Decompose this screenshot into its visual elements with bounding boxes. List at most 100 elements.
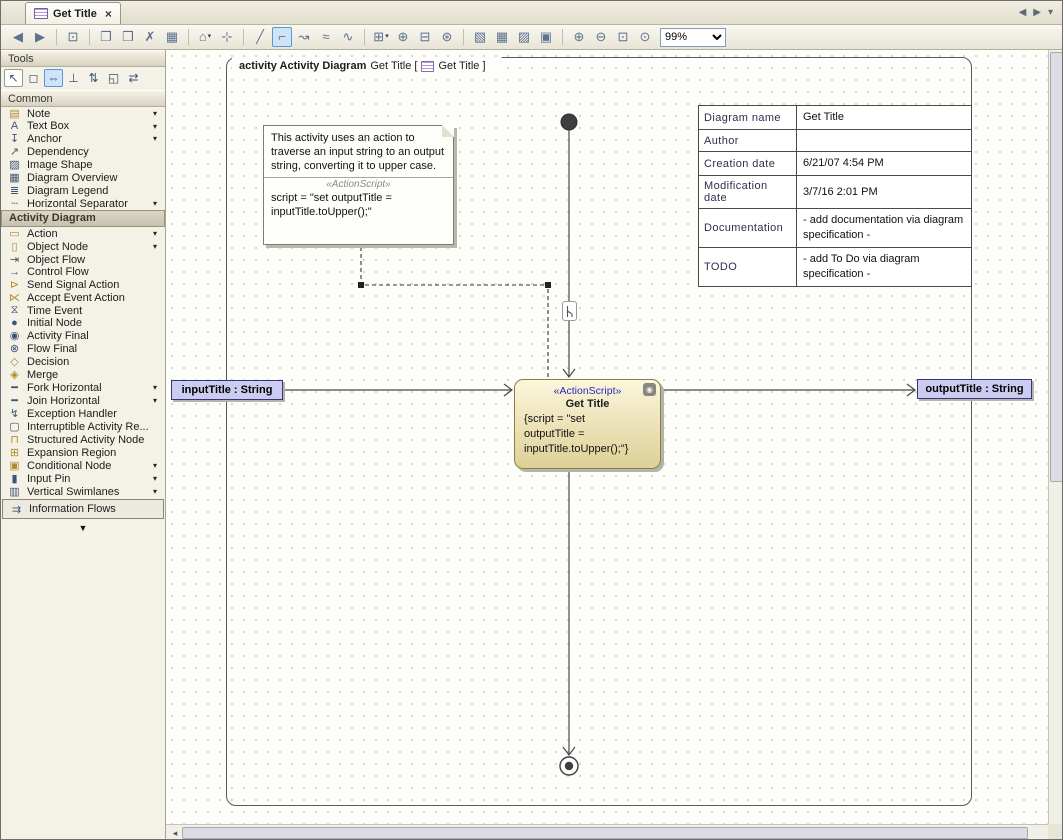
palette-item-decision[interactable]: ◇ Decision ▾: [1, 355, 165, 368]
object-node-inputtitle[interactable]: inputTitle : String: [171, 380, 283, 400]
display-related-button[interactable]: ⊛ ▾: [437, 27, 457, 47]
swimlane-grid-button[interactable]: ▦ ▾: [162, 27, 182, 47]
create-diagram-button[interactable]: ⊞ ▾: [371, 27, 391, 47]
palette-item-conditional-node[interactable]: ▣ Conditional Node ▾: [1, 459, 165, 472]
pan-tool-button[interactable]: ⇔: [44, 69, 63, 87]
vertical-scrollbar-thumb[interactable]: [1050, 52, 1063, 482]
back-button[interactable]: ◀ ▾: [8, 27, 28, 47]
expansion-region-icon: ⊞: [7, 446, 22, 459]
palette-item-input-pin[interactable]: ▮ Input Pin ▾: [1, 472, 165, 485]
palette-item-exception-handler[interactable]: ↯ Exception Handler ▾: [1, 407, 165, 420]
palette-section-common[interactable]: Common: [1, 90, 165, 107]
dropdown-arrow-icon[interactable]: ▾: [150, 134, 160, 143]
dropdown-arrow-icon[interactable]: ▾: [150, 199, 160, 208]
diagram-canvas[interactable]: activity Activity Diagram Get Title [ Ge…: [166, 50, 1048, 824]
snap-to-grid-button[interactable]: ⊹ ▾: [217, 27, 237, 47]
dropdown-arrow-icon[interactable]: ▾: [150, 487, 160, 496]
dropdown-arrow-icon[interactable]: ▾: [150, 229, 160, 238]
quick-layout-button[interactable]: ⌂ ▾: [195, 27, 215, 47]
tab-get-title[interactable]: Get Title ×: [25, 2, 121, 24]
dropdown-arrow-icon[interactable]: ▾: [150, 461, 160, 470]
palette-section-tools[interactable]: Tools: [1, 50, 165, 67]
curve-path-button[interactable]: ≈ ▾: [316, 27, 336, 47]
initial-node[interactable]: [561, 114, 577, 130]
palette-item-information-flows[interactable]: ⇉ Information Flows: [2, 499, 164, 519]
horizontal-scrollbar[interactable]: ◂: [166, 824, 1048, 840]
dropdown-arrow-icon[interactable]: ▾: [150, 396, 160, 405]
palette-item-vertical-swimlanes[interactable]: ▥ Vertical Swimlanes ▾: [1, 485, 165, 498]
rectilinear-path-button[interactable]: ⌐ ▾: [272, 27, 292, 47]
palette-item-action[interactable]: ▭ Action ▾: [1, 227, 165, 240]
vertical-swimlanes-icon: ▥: [7, 485, 22, 498]
swap-tool-button[interactable]: ⇄: [124, 69, 143, 87]
palette-item-fork-horizontal[interactable]: ━ Fork Horizontal ▾: [1, 381, 165, 394]
diagram-info-table[interactable]: Diagram name Get Title Author Creation d…: [698, 105, 972, 287]
fit-in-window-button[interactable]: ⊡ ▾: [613, 27, 633, 47]
dropdown-arrow-icon[interactable]: ▾: [150, 242, 160, 251]
resize-tool-button[interactable]: ◱: [104, 69, 123, 87]
horizontal-scrollbar-thumb[interactable]: [182, 827, 1028, 839]
add-existing-element-button[interactable]: ⊕ ▾: [393, 27, 413, 47]
palette-more-button[interactable]: ▼: [1, 519, 165, 533]
palette-item-object-node[interactable]: ▯ Object Node ▾: [1, 240, 165, 253]
pointer-tool-button[interactable]: ↖: [4, 69, 23, 87]
oblique-path-button[interactable]: ╱ ▾: [250, 27, 270, 47]
palette-item-structured-activity-node[interactable]: ⊓ Structured Activity Node ▾: [1, 433, 165, 446]
tab-scroll-right-icon[interactable]: ▶: [1033, 7, 1041, 18]
palette-item-send-signal-action[interactable]: ⊳ Send Signal Action ▾: [1, 278, 165, 291]
palette-item-note[interactable]: ▤ Note ▾: [1, 107, 165, 120]
palette-item-object-flow[interactable]: ⇥ Object Flow ▾: [1, 253, 165, 266]
palette-item-join-horizontal[interactable]: ━ Join Horizontal ▾: [1, 394, 165, 407]
palette-item-diagram-legend[interactable]: ≣ Diagram Legend ▾: [1, 184, 165, 197]
palette-item-expansion-region[interactable]: ⊞ Expansion Region ▾: [1, 446, 165, 459]
dropdown-arrow-icon[interactable]: ▾: [150, 383, 160, 392]
palette-item-anchor[interactable]: ↧ Anchor ▾: [1, 132, 165, 145]
palette-item-time-event[interactable]: ⧖ Time Event ▾: [1, 304, 165, 317]
dropdown-arrow-icon[interactable]: ▾: [150, 474, 160, 483]
remove-from-diagram-button[interactable]: ⊟ ▾: [415, 27, 435, 47]
anchor-link-icon: [562, 301, 577, 321]
scroll-left-icon[interactable]: ◂: [168, 828, 182, 839]
distribute-tool-button[interactable]: ⇅: [84, 69, 103, 87]
palette-item-interruptible-activity-region[interactable]: ▢ Interruptible Activity Re... ▾: [1, 420, 165, 433]
zoom-in-button[interactable]: ⊕ ▾: [569, 27, 589, 47]
show-grid-button[interactable]: ▦ ▾: [492, 27, 512, 47]
note-shape[interactable]: This activity uses an action to traverse…: [263, 125, 454, 245]
palette-item-initial-node[interactable]: ● Initial Node ▾: [1, 317, 165, 329]
object-node-outputtitle[interactable]: outputTitle : String: [917, 379, 1032, 399]
palette-item-control-flow[interactable]: → Control Flow ▾: [1, 266, 165, 278]
tab-scroll-left-icon[interactable]: ◀: [1019, 7, 1027, 18]
diagram-properties-button[interactable]: ▨ ▾: [514, 27, 534, 47]
zoom-1-1-button[interactable]: ⊙ ▾: [635, 27, 655, 47]
zoom-select[interactable]: 99%: [660, 28, 726, 47]
palette-item-activity-final[interactable]: ◉ Activity Final ▾: [1, 329, 165, 342]
tab-list-icon[interactable]: ▾: [1048, 7, 1053, 18]
save-as-image-button[interactable]: ▧ ▾: [470, 27, 490, 47]
dropdown-arrow-icon[interactable]: ▾: [150, 122, 160, 131]
forward-button[interactable]: ▶ ▾: [30, 27, 50, 47]
align-tool-button[interactable]: ⊥: [64, 69, 83, 87]
action-get-title[interactable]: ◉ «ActionScript» Get Title {script = "se…: [514, 379, 661, 469]
tab-close-icon[interactable]: ×: [105, 9, 112, 19]
palette-item-text-box[interactable]: A Text Box ▾: [1, 120, 165, 132]
palette-item-horizontal-separator[interactable]: ┄ Horizontal Separator ▾: [1, 197, 165, 210]
spline-path-button[interactable]: ∿ ▾: [338, 27, 358, 47]
copy-button[interactable]: ❐ ▾: [96, 27, 116, 47]
dropdown-arrow-icon[interactable]: ▾: [150, 109, 160, 118]
palette-item-merge[interactable]: ◈ Merge ▾: [1, 368, 165, 381]
marquee-tool-button[interactable]: ◻: [24, 69, 43, 87]
palette-item-image-shape[interactable]: ▨ Image Shape ▾: [1, 158, 165, 171]
palette-section-activity-diagram[interactable]: Activity Diagram: [1, 210, 165, 227]
palette-item-dependency[interactable]: ↗ Dependency ▾: [1, 145, 165, 158]
paste-button[interactable]: ❒ ▾: [118, 27, 138, 47]
palette-item-diagram-overview[interactable]: ▦ Diagram Overview ▾: [1, 171, 165, 184]
palette-item-accept-event-action[interactable]: ⋉ Accept Event Action ▾: [1, 291, 165, 304]
vertical-scrollbar[interactable]: [1048, 50, 1063, 824]
full-screen-button[interactable]: ▣ ▾: [536, 27, 556, 47]
zoom-out-button[interactable]: ⊖ ▾: [591, 27, 611, 47]
palette-item-flow-final[interactable]: ⊗ Flow Final ▾: [1, 342, 165, 355]
activity-final-node[interactable]: [560, 757, 578, 775]
bezier-path-button[interactable]: ↝ ▾: [294, 27, 314, 47]
delete-button[interactable]: ✗ ▾: [140, 27, 160, 47]
select-in-containment-tree-button[interactable]: ⊡ ▾: [63, 27, 83, 47]
